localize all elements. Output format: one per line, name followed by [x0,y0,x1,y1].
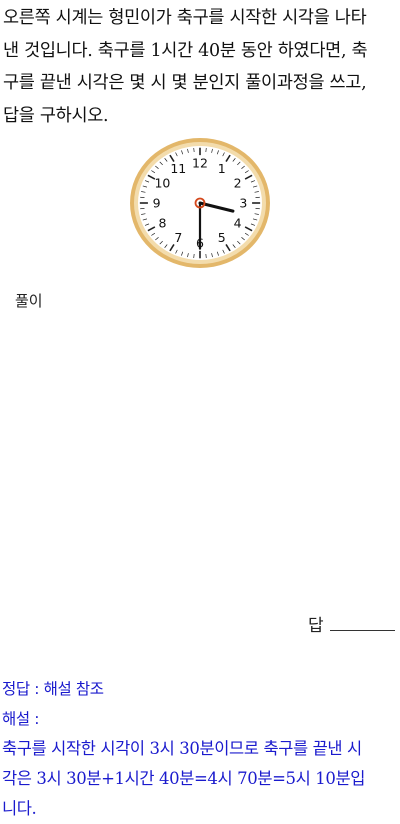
clock-number: 12 [192,156,208,171]
answer-label: 답 [308,616,324,636]
clock-number: 11 [170,161,186,176]
question-text: 오른쪽 시계는 형민이가 축구를 시작한 시각을 나타 낸 것입니다. 축구를 … [3,2,398,132]
question-line: 구를 끝낸 시각은 몇 시 몇 분인지 풀이과정을 쓰고, [3,67,398,100]
explanation-line: 축구를 시작한 시각이 3시 30분이므로 축구를 끝낸 시 [2,734,400,764]
analog-clock: 121234567891011 [128,136,272,270]
clock-number: 7 [174,230,182,245]
clock-number: 3 [239,196,247,211]
question-line: 낸 것입니다. 축구를 1시간 40분 동안 하였다면, 축 [3,35,398,68]
question-line: 답을 구하시오. [3,100,398,133]
answer-area: 답 [308,611,398,637]
answer-blank[interactable] [330,630,395,631]
clock-number: 9 [153,196,161,211]
clock-number: 5 [218,230,226,245]
solution-label: 풀이 [15,290,43,311]
clock-number: 8 [158,215,166,230]
clock-number: 1 [218,161,226,176]
explanation-block: 정답 : 해설 참조 해설 : 축구를 시작한 시각이 3시 30분이므로 축구… [2,674,400,824]
explanation-line: 각은 3시 30분+1시간 40분=4시 70분=5시 10분입 [2,764,400,794]
clock-number: 2 [234,176,242,191]
answer-key: 정답 : 해설 참조 [2,674,400,704]
clock-number: 4 [234,215,242,230]
clock-number: 10 [154,176,170,191]
explanation-line: 니다. [2,794,400,824]
question-line: 오른쪽 시계는 형민이가 축구를 시작한 시각을 나타 [3,2,398,35]
explanation-heading: 해설 : [2,704,400,734]
